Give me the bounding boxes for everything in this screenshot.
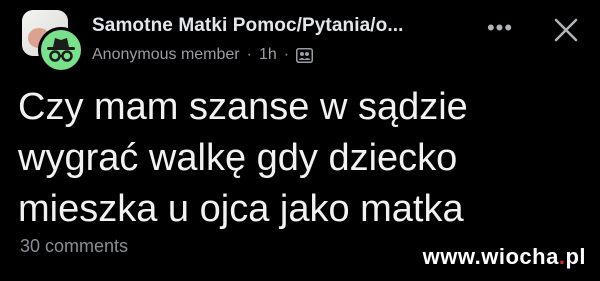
post-meta: Anonymous member · 1h · [92, 46, 314, 64]
watermark-text: www.wiocha [422, 244, 559, 269]
post-card: Samotne Matki Pomoc/Pytania/o... Anonymo… [0, 0, 600, 281]
site-watermark: www.wiocha.pl [423, 244, 586, 270]
post-body-text: Czy mam szanse w sądzie wygrać walkę gdy… [18, 82, 588, 235]
meta-separator: · [283, 46, 290, 63]
post-time[interactable]: 1h [259, 46, 277, 64]
anonymous-member-icon [38, 27, 84, 73]
post-text-line: mieszka u ojca jako matka [18, 188, 464, 230]
meta-separator: · [246, 46, 252, 63]
post-text-line: wygrać walkę gdy dziecko [18, 137, 458, 179]
more-options-button[interactable]: ••• [484, 16, 516, 44]
group-name-link[interactable]: Samotne Matki Pomoc/Pytania/o... [92, 15, 404, 37]
post-header: Samotne Matki Pomoc/Pytania/o... Anonymo… [0, 0, 600, 78]
group-avatar[interactable] [22, 10, 84, 73]
group-members-icon [296, 47, 314, 63]
close-icon[interactable] [548, 12, 584, 48]
watermark-tld: pl [565, 244, 586, 269]
comments-count-link[interactable]: 30 comments [20, 236, 128, 257]
post-text-line: Czy mam szanse w sądzie [18, 86, 468, 128]
author-name[interactable]: Anonymous member [92, 46, 240, 64]
